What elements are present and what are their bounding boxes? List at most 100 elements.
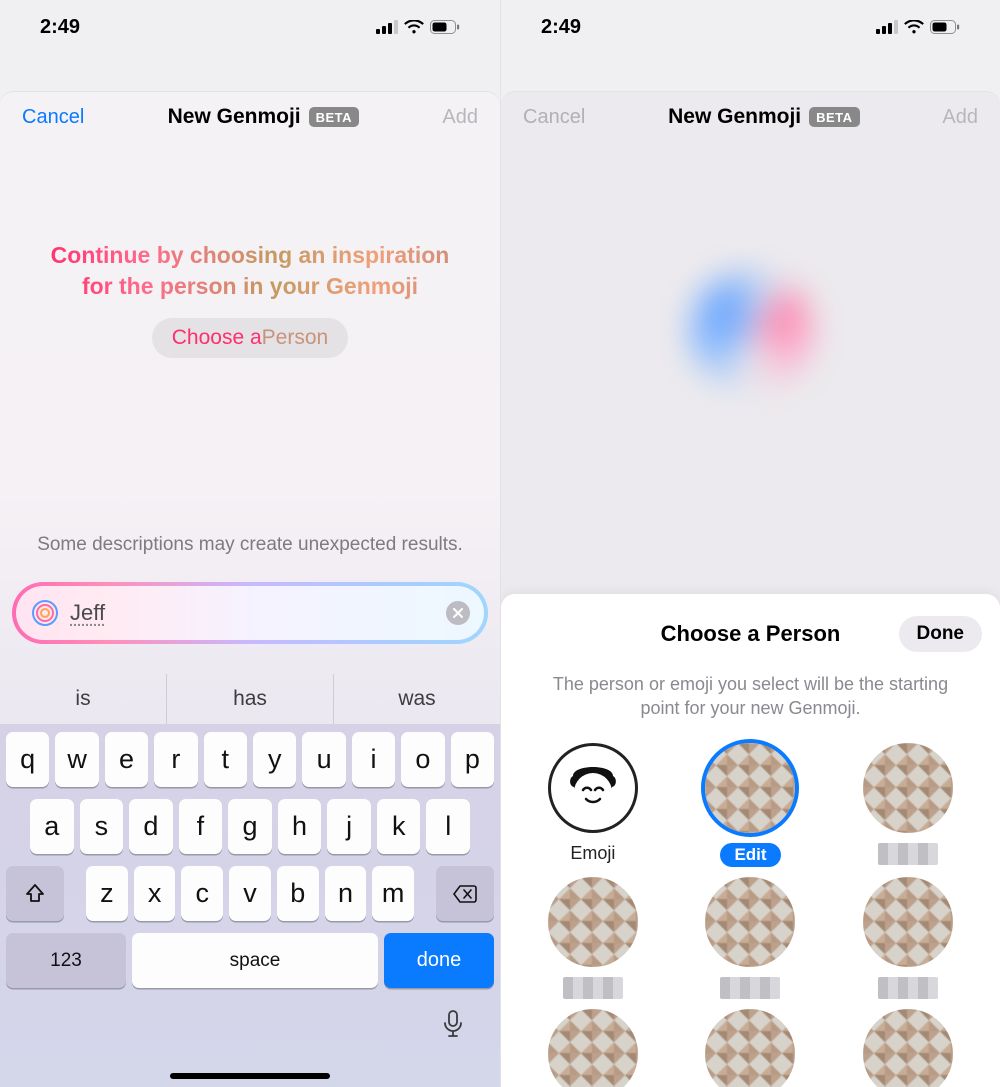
wifi-icon bbox=[904, 20, 924, 34]
avatar[interactable] bbox=[705, 1009, 795, 1087]
edit-button[interactable]: Edit bbox=[720, 843, 780, 867]
close-icon bbox=[453, 608, 463, 618]
person-item[interactable]: Emoji bbox=[519, 743, 667, 867]
key-g[interactable]: g bbox=[228, 799, 272, 854]
add-button[interactable]: Add bbox=[442, 106, 478, 129]
avatar[interactable] bbox=[548, 877, 638, 967]
key-y[interactable]: y bbox=[253, 732, 296, 787]
person-item[interactable] bbox=[834, 877, 982, 999]
key-v[interactable]: v bbox=[229, 866, 271, 921]
key-t[interactable]: t bbox=[204, 732, 247, 787]
status-time: 2:49 bbox=[541, 16, 581, 39]
key-r[interactable]: r bbox=[154, 732, 197, 787]
left-phone: 2:49 Cancel New Genmoji BETA Add Continu… bbox=[0, 0, 500, 1087]
sheet-title: New Genmoji BETA bbox=[668, 105, 859, 129]
person-item[interactable] bbox=[834, 1009, 982, 1087]
key-o[interactable]: o bbox=[401, 732, 444, 787]
beta-badge: BETA bbox=[309, 107, 359, 127]
loading-spinner-area bbox=[501, 242, 1000, 422]
shift-key[interactable] bbox=[6, 866, 64, 921]
cellular-icon bbox=[376, 20, 398, 34]
wifi-icon bbox=[404, 20, 424, 34]
add-button[interactable]: Add bbox=[942, 106, 978, 129]
suggestion-item[interactable]: is bbox=[0, 674, 166, 724]
status-icons bbox=[876, 20, 960, 34]
key-n[interactable]: n bbox=[325, 866, 367, 921]
dictation-icon[interactable] bbox=[442, 1010, 464, 1038]
key-a[interactable]: a bbox=[30, 799, 74, 854]
key-d[interactable]: d bbox=[129, 799, 173, 854]
keyboard-row-3: zxcvbnm bbox=[6, 866, 494, 921]
person-label: Emoji bbox=[570, 843, 615, 865]
space-key[interactable]: space bbox=[132, 933, 378, 988]
choose-person-part2: Person bbox=[262, 326, 329, 350]
person-item[interactable] bbox=[519, 1009, 667, 1087]
status-time: 2:49 bbox=[40, 16, 80, 39]
keyboard: qwertyuiop asdfghjkl zxcvbnm 123 space d… bbox=[0, 724, 500, 1087]
key-i[interactable]: i bbox=[352, 732, 395, 787]
avatar[interactable] bbox=[863, 1009, 953, 1087]
key-e[interactable]: e bbox=[105, 732, 148, 787]
person-item[interactable] bbox=[677, 877, 825, 999]
123-key[interactable]: 123 bbox=[6, 933, 126, 988]
intro-block: Continue by choosing an inspiration for … bbox=[0, 240, 500, 358]
person-item[interactable] bbox=[677, 1009, 825, 1087]
key-m[interactable]: m bbox=[372, 866, 414, 921]
right-phone: 2:49 Cancel New Genmoji BETA Add Choose … bbox=[500, 0, 1000, 1087]
key-j[interactable]: j bbox=[327, 799, 371, 854]
backspace-key[interactable] bbox=[436, 866, 494, 921]
key-k[interactable]: k bbox=[377, 799, 421, 854]
key-h[interactable]: h bbox=[278, 799, 322, 854]
key-c[interactable]: c bbox=[181, 866, 223, 921]
cancel-button[interactable]: Cancel bbox=[523, 106, 585, 129]
status-bar: 2:49 bbox=[0, 0, 500, 54]
sheet-header: Cancel New Genmoji BETA Add bbox=[0, 92, 500, 142]
done-key[interactable]: done bbox=[384, 933, 494, 988]
clear-button[interactable] bbox=[446, 601, 470, 625]
home-indicator[interactable] bbox=[170, 1073, 330, 1079]
done-button[interactable]: Done bbox=[899, 616, 983, 652]
disclaimer-text: Some descriptions may create unexpected … bbox=[0, 534, 500, 556]
person-item[interactable] bbox=[519, 877, 667, 999]
key-u[interactable]: u bbox=[302, 732, 345, 787]
person-label bbox=[878, 843, 938, 865]
battery-icon bbox=[930, 20, 960, 34]
key-w[interactable]: w bbox=[55, 732, 98, 787]
sheet-header: Cancel New Genmoji BETA Add bbox=[501, 92, 1000, 142]
choose-person-subtitle: The person or emoji you select will be t… bbox=[519, 672, 982, 721]
battery-icon bbox=[430, 20, 460, 34]
avatar[interactable] bbox=[548, 743, 638, 833]
key-q[interactable]: q bbox=[6, 732, 49, 787]
prompt-input[interactable] bbox=[70, 600, 436, 626]
intro-line-1: Continue by choosing an inspiration bbox=[51, 242, 450, 268]
choose-person-button[interactable]: Choose a Person bbox=[152, 318, 348, 358]
avatar[interactable] bbox=[705, 743, 795, 833]
person-label bbox=[563, 977, 623, 999]
key-l[interactable]: l bbox=[426, 799, 470, 854]
key-s[interactable]: s bbox=[80, 799, 124, 854]
suggestion-item[interactable]: has bbox=[166, 674, 333, 724]
sheet-title: New Genmoji BETA bbox=[168, 105, 359, 129]
avatar[interactable] bbox=[705, 877, 795, 967]
backspace-icon bbox=[452, 884, 478, 904]
key-z[interactable]: z bbox=[86, 866, 128, 921]
cancel-button[interactable]: Cancel bbox=[22, 106, 84, 129]
key-f[interactable]: f bbox=[179, 799, 223, 854]
intro-line-2: for the person in your Genmoji bbox=[82, 273, 418, 299]
intro-line: Continue by choosing an inspiration for … bbox=[40, 240, 460, 302]
key-b[interactable]: b bbox=[277, 866, 319, 921]
sheet-title-text: New Genmoji bbox=[168, 105, 301, 129]
genmoji-sheet: Cancel New Genmoji BETA Add Choose a Per… bbox=[501, 92, 1000, 1087]
person-item[interactable]: Edit bbox=[677, 743, 825, 867]
key-x[interactable]: x bbox=[134, 866, 176, 921]
avatar[interactable] bbox=[548, 1009, 638, 1087]
suggestion-item[interactable]: was bbox=[333, 674, 500, 724]
cellular-icon bbox=[876, 20, 898, 34]
people-grid: Emoji Edit bbox=[519, 743, 982, 1087]
key-p[interactable]: p bbox=[451, 732, 494, 787]
person-item[interactable] bbox=[834, 743, 982, 867]
person-label bbox=[878, 977, 938, 999]
status-bar: 2:49 bbox=[501, 0, 1000, 54]
avatar[interactable] bbox=[863, 743, 953, 833]
avatar[interactable] bbox=[863, 877, 953, 967]
